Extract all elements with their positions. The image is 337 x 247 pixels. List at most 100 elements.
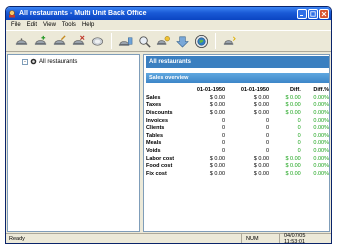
window-title: All restaurants - Multi Unit Back Office: [19, 10, 147, 17]
page-title: All restaurants: [146, 56, 329, 68]
menu-bar: File Edit View Tools Help: [6, 20, 331, 30]
row-label: Food cost: [146, 163, 173, 170]
search-button[interactable]: [135, 32, 153, 50]
table-row: Sales $ 0.00 $ 0.00 $ 0.00 0.00%: [146, 94, 329, 102]
toolbar: [6, 30, 331, 52]
menu-file[interactable]: File: [8, 22, 24, 28]
row-label: Labor cost: [146, 155, 175, 162]
cell-diff-percent: 0.00%: [313, 109, 329, 116]
cell-diff: 0: [297, 147, 301, 154]
main-pane: All restaurants Sales overview 01-01-195…: [143, 54, 330, 232]
row-label: Voids: [146, 147, 161, 154]
minimize-icon: [300, 14, 303, 16]
close-button[interactable]: [319, 8, 329, 19]
cell-period-2: 0: [265, 132, 270, 139]
cell-period-2: 0: [265, 117, 270, 124]
num-lock-indicator: NUM: [241, 234, 279, 243]
help-button[interactable]: [220, 32, 238, 50]
close-icon: [321, 11, 327, 16]
table-row: Clients 0 0 0 0.00%: [146, 124, 329, 132]
table-header-row: 01-01-1950 01-01-1950 Diff. Diff.%: [146, 85, 329, 94]
cell-diff-percent: 0.00%: [313, 132, 329, 139]
row-label: Sales: [146, 94, 161, 101]
restaurant-add-button[interactable]: [31, 32, 49, 50]
column-header: Diff.%: [313, 86, 329, 93]
table-row: Discounts $ 0.00 $ 0.00 $ 0.00 0.00%: [146, 109, 329, 117]
group-edit-icon: [118, 37, 132, 46]
report-button[interactable]: [154, 32, 172, 50]
cell-diff-percent: 0.00%: [313, 163, 329, 170]
download-button[interactable]: [173, 32, 191, 50]
table-row: Tables 0 0 0 0.00%: [146, 132, 329, 140]
cell-period-2: $ 0.00: [253, 163, 270, 170]
status-text: Ready: [9, 235, 25, 242]
group-icon: [91, 36, 103, 46]
restaurant-button[interactable]: [12, 32, 30, 50]
cell-diff: 0: [297, 117, 301, 124]
table-row: Taxes $ 0.00 $ 0.00 $ 0.00 0.00%: [146, 102, 329, 110]
table-row: Invoices 0 0 0 0.00%: [146, 117, 329, 125]
restaurant-icon: [15, 37, 27, 45]
sales-overview-table: 01-01-1950 01-01-1950 Diff. Diff.% Sales…: [146, 85, 329, 178]
restaurant-add-icon: [34, 35, 46, 45]
maximize-button[interactable]: [308, 8, 318, 19]
row-label: Clients: [146, 125, 165, 132]
maximize-icon: [310, 10, 316, 17]
cell-period-2: $ 0.00: [253, 170, 270, 177]
table-row: Fix cost $ 0.00 $ 0.00 $ 0.00 0.00%: [146, 170, 329, 178]
globe-button[interactable]: [192, 32, 210, 50]
minimize-button[interactable]: [297, 8, 307, 19]
cell-period-1: $ 0.00: [209, 170, 226, 177]
tree-pane[interactable]: - All restaurants: [7, 54, 140, 232]
column-header: Diff.: [290, 86, 301, 93]
column-header: 01-01-1950: [240, 86, 270, 93]
help-icon: [223, 35, 236, 45]
cell-diff-percent: 0.00%: [313, 125, 329, 132]
row-label: Taxes: [146, 102, 162, 109]
table-row: Voids 0 0 0 0.00%: [146, 147, 329, 155]
menu-help[interactable]: Help: [79, 22, 97, 28]
group-button[interactable]: [88, 32, 106, 50]
cell-period-1: 0: [221, 147, 226, 154]
status-bar: Ready NUM 04/07/05 11:53:01: [6, 233, 331, 243]
section-header: Sales overview: [146, 73, 329, 83]
group-edit-button[interactable]: [116, 32, 134, 50]
tree-expander[interactable]: -: [22, 58, 28, 65]
restaurant-edit-button[interactable]: [50, 32, 68, 50]
cell-period-2: 0: [265, 147, 270, 154]
cell-diff: $ 0.00: [285, 94, 301, 101]
cell-diff: 0: [297, 132, 301, 139]
cell-period-1: 0: [221, 125, 226, 132]
search-icon: [138, 35, 151, 48]
restaurant-icon: [30, 58, 37, 65]
app-icon: [9, 9, 15, 17]
cell-period-2: $ 0.00: [253, 94, 270, 101]
cell-diff-percent: 0.00%: [313, 170, 329, 177]
cell-period-1: $ 0.00: [209, 155, 226, 162]
menu-edit[interactable]: Edit: [24, 22, 40, 28]
cell-diff-percent: 0.00%: [313, 102, 329, 109]
row-label: Tables: [146, 132, 164, 139]
column-header: 01-01-1950: [196, 86, 226, 93]
toolbar-separator: [111, 33, 112, 49]
restaurant-delete-icon: [72, 34, 85, 45]
menu-tools[interactable]: Tools: [59, 22, 79, 28]
cell-period-1: 0: [221, 132, 226, 139]
cell-period-2: $ 0.00: [253, 109, 270, 116]
column-header: [146, 85, 181, 94]
cell-diff-percent: 0.00%: [313, 140, 329, 147]
cell-diff: $ 0.00: [285, 109, 301, 116]
table-row: Labor cost $ 0.00 $ 0.00 $ 0.00 0.00%: [146, 155, 329, 163]
title-bar[interactable]: All restaurants - Multi Unit Back Office: [6, 7, 331, 20]
cell-period-2: 0: [265, 140, 270, 147]
cell-diff: 0: [297, 140, 301, 147]
cell-period-2: 0: [265, 125, 270, 132]
cell-diff: $ 0.00: [285, 155, 301, 162]
globe-icon: [194, 34, 208, 48]
cell-period-1: $ 0.00: [209, 94, 226, 101]
cell-diff-percent: 0.00%: [313, 94, 329, 101]
restaurant-delete-button[interactable]: [69, 32, 87, 50]
tree-item-all-restaurants[interactable]: - All restaurants: [22, 58, 77, 65]
menu-view[interactable]: View: [40, 22, 59, 28]
restaurant-edit-icon: [53, 34, 66, 45]
